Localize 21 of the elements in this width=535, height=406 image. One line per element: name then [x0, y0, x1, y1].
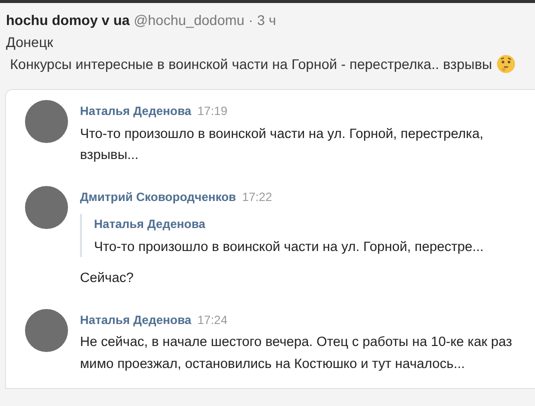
avatar-photo: [25, 100, 68, 143]
sender-name: Наталья Деденова: [80, 104, 192, 118]
post-time: 3 ч: [257, 11, 276, 30]
message-time: 17:22: [242, 190, 272, 204]
message-text: Не сейчас, в начале шестого вечера. Отец с работы на 10-ке как раз мимо проезжал, остановились на Костюшко и тут началось...: [80, 333, 514, 373]
avatar-photo: [25, 186, 68, 228]
message-text: Что-то произошло в воинской части на ул. Горной, перестрелка, взрывы...: [80, 124, 484, 164]
message-time: 17:19: [197, 104, 228, 118]
author-name: hochu domoy v ua: [6, 11, 130, 30]
quoted-text: Что-то произошло в воинской части на ул. Горной, перестре...: [94, 238, 485, 256]
message-time: 17:24: [197, 312, 228, 326]
avatar-photo: [25, 308, 68, 352]
author-handle: @hochu_dodomu: [134, 11, 244, 30]
thinking-face-icon: [496, 54, 516, 74]
sender-name: Дмитрий Сковородченков: [80, 190, 236, 204]
separator-dot: ·: [248, 11, 254, 30]
quoted-sender-name: Наталья Деденова: [94, 216, 206, 233]
post-text: Конкурсы интересные в воинской части на Горной - перестрелка.. взрывы: [10, 56, 492, 72]
post-location: Донецк: [6, 33, 54, 52]
sender-name: Наталья Деденова: [80, 312, 192, 326]
message-text: Сейчас?: [80, 269, 135, 287]
